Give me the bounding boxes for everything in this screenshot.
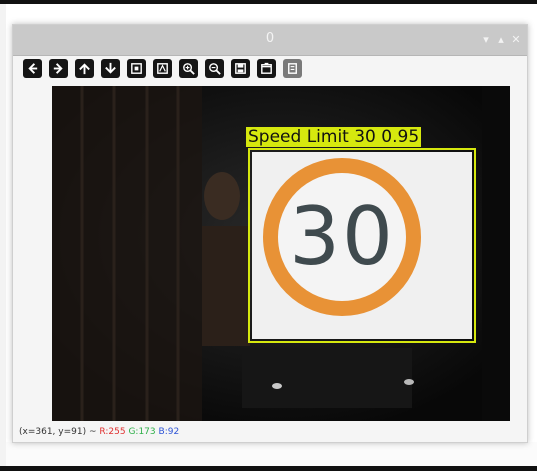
- arrow-up-icon: [79, 63, 90, 75]
- detection-bounding-box: [248, 148, 476, 343]
- zoom-original-button[interactable]: [153, 59, 172, 78]
- status-blue-value: B:92: [158, 427, 180, 437]
- status-red-value: R:255: [99, 427, 126, 437]
- pan-down-button[interactable]: [101, 59, 120, 78]
- detection-label: Speed Limit 30 0.95: [246, 127, 422, 147]
- photo-left-margin: [0, 4, 6, 466]
- status-green-value: G:173: [128, 427, 156, 437]
- properties-button[interactable]: [257, 59, 276, 78]
- title-bar[interactable]: 0 ▾ ▴ ✕: [13, 25, 527, 56]
- desktop-background: [6, 442, 537, 466]
- properties-icon: [261, 62, 272, 74]
- pan-up-button[interactable]: [75, 59, 94, 78]
- maximize-button[interactable]: ▴: [494, 33, 508, 47]
- pan-left-button[interactable]: [23, 59, 42, 78]
- toolbar: [23, 59, 309, 81]
- photo-bottom-border: [0, 466, 537, 471]
- minimize-button[interactable]: ▾: [479, 33, 493, 47]
- zoom-fit-icon: [131, 63, 142, 74]
- overlay-icon: [288, 63, 297, 74]
- image-viewer-window: 0 ▾ ▴ ✕ 30 Speed Limit 30 0.95 (x=361, y…: [12, 24, 528, 443]
- zoom-in-icon: [183, 63, 195, 75]
- zoom-out-button[interactable]: [205, 59, 224, 78]
- window-title: 0: [265, 31, 275, 46]
- close-button[interactable]: ✕: [509, 33, 523, 47]
- pan-right-button[interactable]: [49, 59, 68, 78]
- arrow-down-icon: [105, 62, 116, 74]
- status-bar: (x=361, y=91) ~ R:255 G:173 B:92: [19, 425, 519, 439]
- photo-top-border: [0, 0, 537, 4]
- zoom-out-icon: [209, 63, 221, 75]
- zoom-original-icon: [157, 63, 168, 74]
- zoom-in-button[interactable]: [179, 59, 198, 78]
- arrow-left-icon: [28, 63, 38, 74]
- save-icon: [235, 63, 246, 74]
- save-button[interactable]: [231, 59, 250, 78]
- image-canvas[interactable]: 30 Speed Limit 30 0.95: [52, 86, 510, 421]
- status-coordinates: (x=361, y=91) ~: [19, 427, 97, 437]
- zoom-fit-button[interactable]: [127, 59, 146, 78]
- overlay-button[interactable]: [283, 59, 302, 78]
- arrow-right-icon: [53, 63, 63, 74]
